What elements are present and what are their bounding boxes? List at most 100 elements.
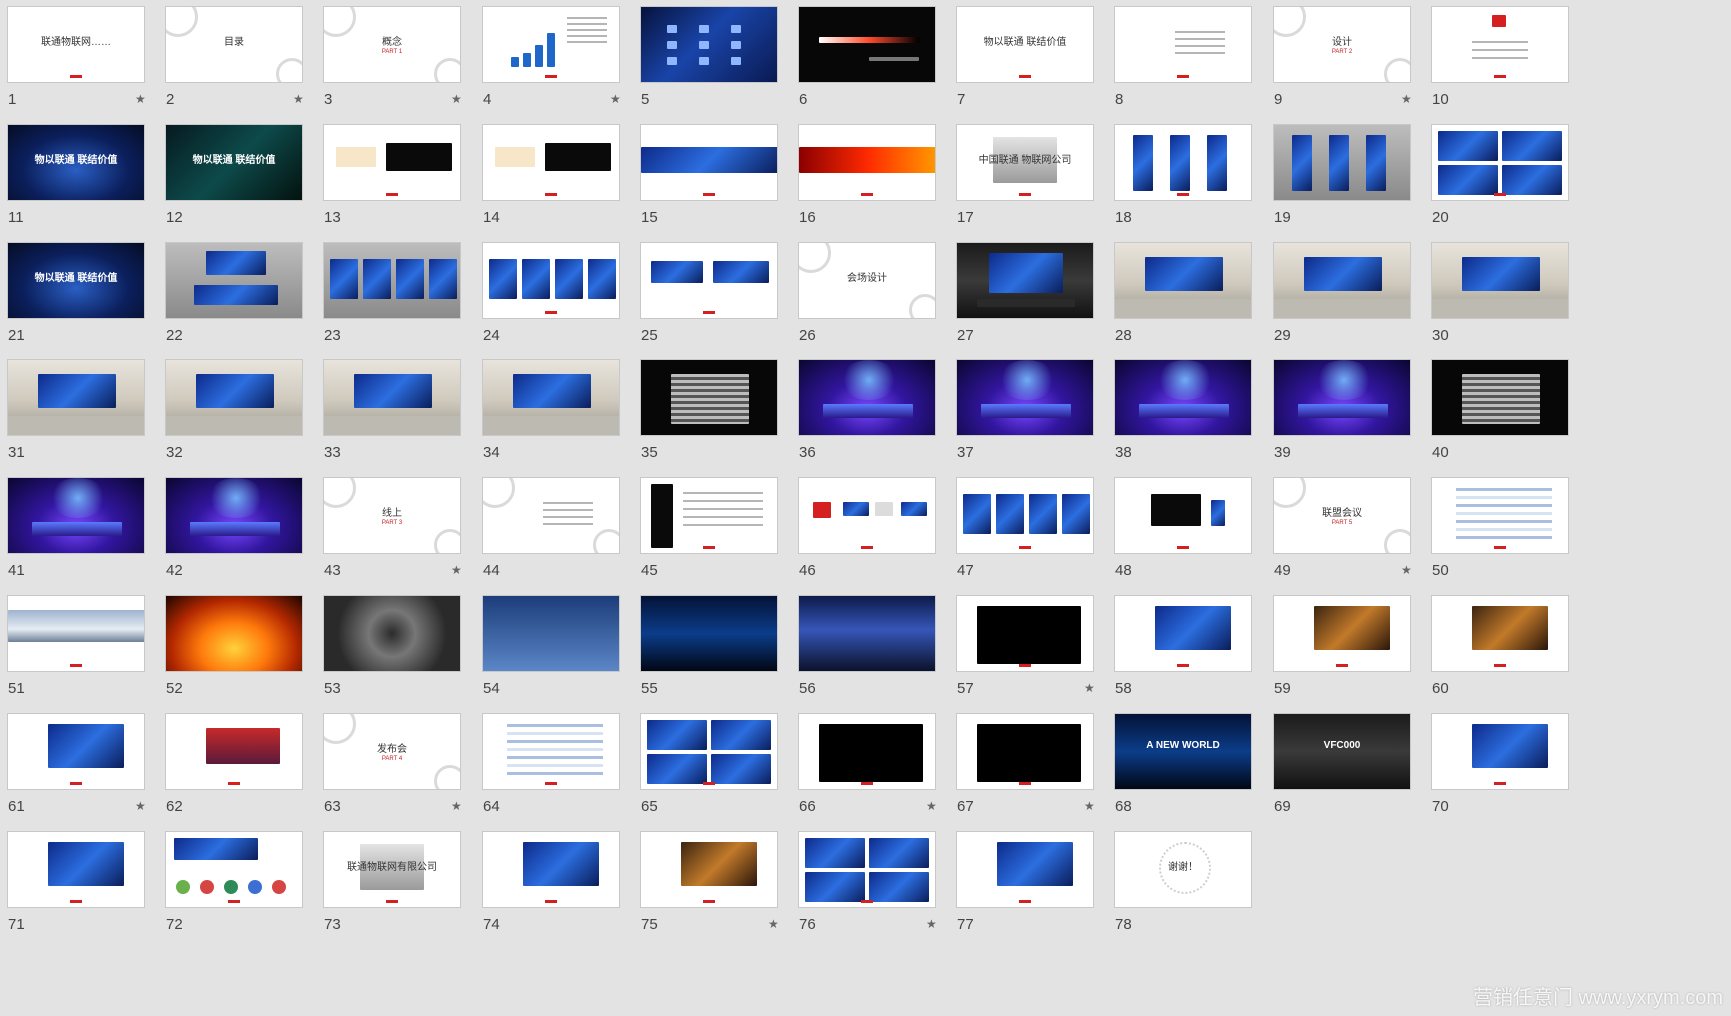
slide-preview[interactable] [165, 713, 303, 790]
slide-preview[interactable] [165, 831, 303, 908]
slide-thumbnail[interactable]: 77 [956, 831, 1131, 957]
slide-thumbnail[interactable]: 27 [956, 242, 1131, 368]
slide-preview[interactable] [7, 713, 145, 790]
slide-preview[interactable] [640, 831, 778, 908]
slide-preview[interactable] [956, 359, 1094, 436]
slide-preview[interactable] [482, 477, 620, 554]
slide-preview[interactable] [1431, 713, 1569, 790]
slide-thumbnail[interactable]: 物以联通 联结价值 11 [7, 124, 182, 250]
slide-thumbnail[interactable]: 56 [798, 595, 973, 721]
slide-preview[interactable]: 谢谢！ [1114, 831, 1252, 908]
slide-thumbnail[interactable]: 60 [1431, 595, 1606, 721]
slide-preview[interactable] [798, 595, 936, 672]
slide-preview[interactable]: 联盟会议 PART 5 [1273, 477, 1411, 554]
slide-thumbnail[interactable]: 35 [640, 359, 815, 485]
slide-thumbnail[interactable]: 64 [482, 713, 657, 839]
slide-preview[interactable] [1273, 242, 1411, 319]
slide-thumbnail[interactable]: 65 [640, 713, 815, 839]
slide-preview[interactable] [1431, 242, 1569, 319]
slide-preview[interactable] [323, 242, 461, 319]
slide-thumbnail[interactable]: 联盟会议 PART 5 49 ★ [1273, 477, 1448, 603]
slide-thumbnail[interactable]: 62 [165, 713, 340, 839]
slide-thumbnail[interactable]: 30 [1431, 242, 1606, 368]
slide-thumbnail[interactable]: 52 [165, 595, 340, 721]
slide-preview[interactable]: 联通物联网有限公司 [323, 831, 461, 908]
slide-thumbnail[interactable]: 61 ★ [7, 713, 182, 839]
slide-thumbnail[interactable]: 16 [798, 124, 973, 250]
slide-preview[interactable] [1431, 359, 1569, 436]
slide-preview[interactable] [640, 6, 778, 83]
slide-preview[interactable] [323, 359, 461, 436]
slide-thumbnail[interactable]: 50 [1431, 477, 1606, 603]
slide-preview[interactable] [956, 242, 1094, 319]
slide-preview[interactable] [1114, 242, 1252, 319]
slide-preview[interactable]: 物以联通 联结价值 [165, 124, 303, 201]
slide-preview[interactable]: 概念 PART 1 [323, 6, 461, 83]
slide-thumbnail[interactable]: 发布会 PART 4 63 ★ [323, 713, 498, 839]
slide-preview[interactable]: 物以联通 联结价值 [956, 6, 1094, 83]
slide-thumbnail[interactable]: 28 [1114, 242, 1289, 368]
slide-thumbnail[interactable]: 物以联通 联结价值 21 [7, 242, 182, 368]
slide-thumbnail[interactable]: 40 [1431, 359, 1606, 485]
slide-thumbnail[interactable]: 42 [165, 477, 340, 603]
slide-thumbnail[interactable]: 24 [482, 242, 657, 368]
slide-preview[interactable] [1273, 124, 1411, 201]
slide-preview[interactable] [798, 359, 936, 436]
slide-preview[interactable] [956, 595, 1094, 672]
slide-preview[interactable] [7, 831, 145, 908]
slide-preview[interactable]: 会场设计 [798, 242, 936, 319]
slide-thumbnail[interactable]: VFC000 69 [1273, 713, 1448, 839]
slide-thumbnail[interactable]: 48 [1114, 477, 1289, 603]
slide-preview[interactable]: 联通物联网…… [7, 6, 145, 83]
slide-thumbnail[interactable]: 57 ★ [956, 595, 1131, 721]
slide-preview[interactable] [1431, 477, 1569, 554]
slide-thumbnail[interactable]: 4 ★ [482, 6, 657, 132]
slide-thumbnail[interactable]: 会场设计 26 [798, 242, 973, 368]
slide-preview[interactable] [798, 6, 936, 83]
slide-preview[interactable]: 中国联通 物联网公司 [956, 124, 1094, 201]
slide-preview[interactable]: 设计 PART 2 [1273, 6, 1411, 83]
slide-preview[interactable] [165, 242, 303, 319]
slide-thumbnail[interactable]: 74 [482, 831, 657, 957]
slide-thumbnail[interactable]: 67 ★ [956, 713, 1131, 839]
slide-preview[interactable] [482, 124, 620, 201]
slide-preview[interactable] [482, 359, 620, 436]
slide-thumbnail[interactable]: 5 [640, 6, 815, 132]
slide-thumbnail[interactable]: 目录 2 ★ [165, 6, 340, 132]
slide-thumbnail[interactable]: 58 [1114, 595, 1289, 721]
slide-preview[interactable] [7, 477, 145, 554]
slide-thumbnail[interactable]: 设计 PART 2 9 ★ [1273, 6, 1448, 132]
slide-thumbnail[interactable]: 13 [323, 124, 498, 250]
slide-thumbnail[interactable]: 联通物联网…… 1 ★ [7, 6, 182, 132]
slide-preview[interactable]: A NEW WORLD [1114, 713, 1252, 790]
slide-preview[interactable]: 目录 [165, 6, 303, 83]
slide-thumbnail[interactable]: 31 [7, 359, 182, 485]
slide-preview[interactable] [640, 713, 778, 790]
slide-preview[interactable] [798, 477, 936, 554]
slide-preview[interactable] [956, 477, 1094, 554]
slide-preview[interactable]: 物以联通 联结价值 [7, 242, 145, 319]
slide-preview[interactable] [482, 595, 620, 672]
slide-preview[interactable]: VFC000 [1273, 713, 1411, 790]
slide-preview[interactable] [1114, 124, 1252, 201]
slide-thumbnail[interactable]: 中国联通 物联网公司 17 [956, 124, 1131, 250]
slide-preview[interactable] [7, 359, 145, 436]
slide-thumbnail[interactable]: 36 [798, 359, 973, 485]
slide-preview[interactable] [1431, 595, 1569, 672]
slide-thumbnail[interactable]: 线上 PART 3 43 ★ [323, 477, 498, 603]
slide-preview[interactable] [640, 477, 778, 554]
slide-preview[interactable] [1431, 124, 1569, 201]
slide-thumbnail[interactable]: 55 [640, 595, 815, 721]
slide-thumbnail[interactable]: 22 [165, 242, 340, 368]
slide-thumbnail[interactable]: 谢谢！ 78 [1114, 831, 1289, 957]
slide-thumbnail[interactable]: 46 [798, 477, 973, 603]
slide-preview[interactable] [1114, 359, 1252, 436]
slide-thumbnail[interactable]: 75 ★ [640, 831, 815, 957]
slide-thumbnail[interactable]: 34 [482, 359, 657, 485]
slide-thumbnail[interactable]: 概念 PART 1 3 ★ [323, 6, 498, 132]
slide-preview[interactable]: 物以联通 联结价值 [7, 124, 145, 201]
slide-preview[interactable] [165, 477, 303, 554]
slide-thumbnail[interactable]: 44 [482, 477, 657, 603]
slide-thumbnail[interactable]: 59 [1273, 595, 1448, 721]
slide-thumbnail[interactable]: 51 [7, 595, 182, 721]
